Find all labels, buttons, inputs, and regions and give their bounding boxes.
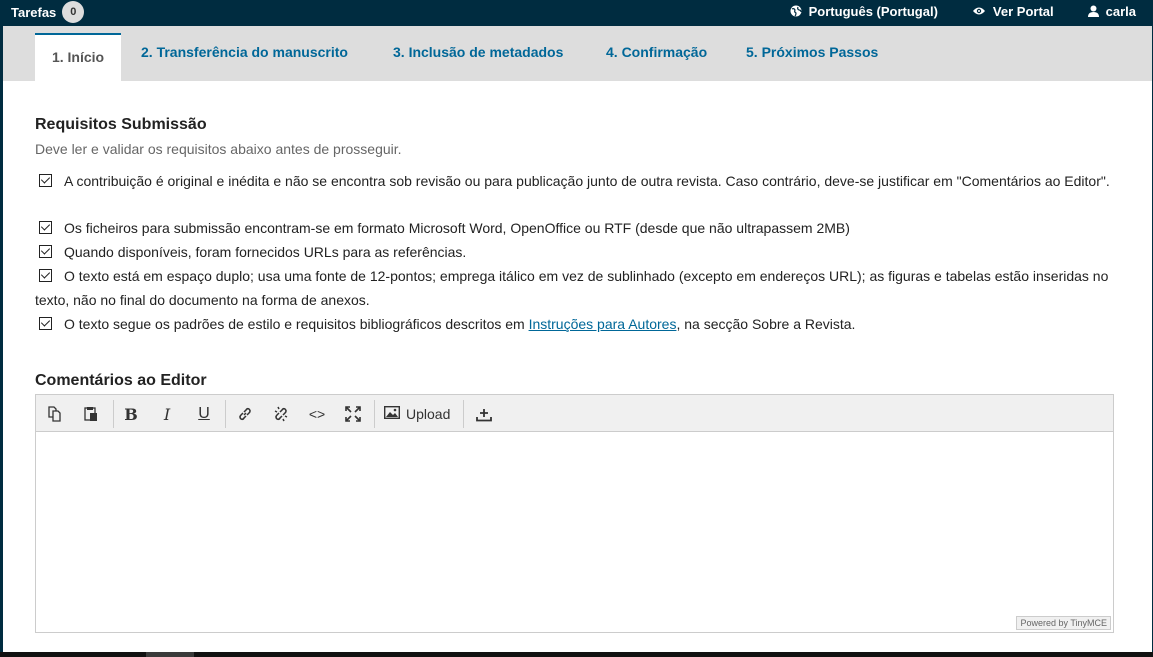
insert-icon[interactable] xyxy=(471,401,497,427)
tasks-label: Tarefas xyxy=(11,4,57,20)
comments-title: Comentários ao Editor xyxy=(35,372,207,389)
bottom-scrollbar[interactable] xyxy=(0,652,1153,657)
toolbar-separator xyxy=(463,400,464,428)
globe-icon xyxy=(790,5,802,17)
code-icon[interactable]: <> xyxy=(304,401,330,427)
requirement-text-after: , na secção Sobre a Revista. xyxy=(676,316,856,332)
toolbar-separator xyxy=(113,400,114,428)
tasks-link[interactable]: Tarefas 0 xyxy=(11,0,85,24)
comments-textarea[interactable] xyxy=(36,432,1113,632)
tasks-count-badge: 0 xyxy=(62,1,85,23)
tab-next-steps[interactable]: 5. Próximos Passos xyxy=(746,44,878,60)
requirement-item: Os ficheiros para submissão encontram-se… xyxy=(35,216,1115,240)
requirements-title: Requisitos Submissão xyxy=(35,116,207,133)
eye-icon xyxy=(972,6,986,16)
paste-icon[interactable] xyxy=(78,401,104,427)
italic-icon[interactable]: I xyxy=(154,401,180,427)
link-icon[interactable] xyxy=(232,401,258,427)
scrollbar-thumb[interactable] xyxy=(146,652,194,657)
requirement-text: Quando disponíveis, foram fornecidos URL… xyxy=(64,244,467,260)
user-menu[interactable]: carla xyxy=(1087,3,1136,19)
requirement-text: O texto segue os padrões de estilo e req… xyxy=(64,316,529,332)
user-label: carla xyxy=(1105,3,1136,19)
requirement-item: A contribuição é original e inédita e nã… xyxy=(35,169,1115,193)
requirement-checkbox[interactable] xyxy=(39,269,52,282)
author-guidelines-link[interactable]: Instruções para Autores xyxy=(529,316,677,332)
underline-icon[interactable]: U xyxy=(191,401,217,427)
toolbar-separator xyxy=(374,400,375,428)
requirement-checkbox[interactable] xyxy=(39,174,52,187)
language-label: Português (Portugal) xyxy=(808,3,938,19)
requirement-text: A contribuição é original e inédita e nã… xyxy=(64,173,1110,189)
fullscreen-icon[interactable] xyxy=(340,401,366,427)
language-menu[interactable]: Português (Portugal) xyxy=(790,4,938,19)
top-bar: Tarefas 0 Português (Portugal) Ver Porta… xyxy=(0,0,1153,26)
view-site-link[interactable]: Ver Portal xyxy=(972,4,1054,19)
image-icon xyxy=(383,405,401,422)
user-icon xyxy=(1087,5,1099,17)
requirement-item: O texto está em espaço duplo; usa uma fo… xyxy=(35,264,1115,312)
requirement-checkbox[interactable] xyxy=(39,221,52,234)
copy-icon[interactable] xyxy=(42,401,68,427)
requirements-description: Deve ler e validar os requisitos abaixo … xyxy=(35,141,402,157)
view-site-label: Ver Portal xyxy=(992,3,1054,19)
toolbar-separator xyxy=(225,400,226,428)
tab-upload-manuscript[interactable]: 2. Transferência do manuscrito xyxy=(141,44,348,60)
unlink-icon[interactable] xyxy=(268,401,294,427)
wizard-tabs: 1. Início 2. Transferência do manuscrito… xyxy=(3,26,1152,81)
requirement-text: Os ficheiros para submissão encontram-se… xyxy=(64,220,850,236)
requirement-item: Quando disponíveis, foram fornecidos URL… xyxy=(35,240,1115,264)
comments-editor: B I U <> Upload Powered by TinyMCE xyxy=(35,394,1114,633)
upload-label: Upload xyxy=(406,406,451,422)
tab-confirmation[interactable]: 4. Confirmação xyxy=(606,44,707,60)
tab-start[interactable]: 1. Início xyxy=(35,33,121,81)
requirement-checkbox[interactable] xyxy=(39,245,52,258)
requirement-text: O texto está em espaço duplo; usa uma fo… xyxy=(35,268,1109,308)
upload-button[interactable]: Upload xyxy=(383,401,451,427)
requirement-checkbox[interactable] xyxy=(39,317,52,330)
requirement-item: O texto segue os padrões de estilo e req… xyxy=(35,312,1115,336)
main-content: 1. Início 2. Transferência do manuscrito… xyxy=(3,26,1152,652)
powered-by-label[interactable]: Powered by TinyMCE xyxy=(1016,616,1111,630)
editor-toolbar: B I U <> Upload xyxy=(36,395,1113,432)
bold-icon[interactable]: B xyxy=(118,401,144,427)
tab-metadata[interactable]: 3. Inclusão de metadados xyxy=(393,44,563,60)
